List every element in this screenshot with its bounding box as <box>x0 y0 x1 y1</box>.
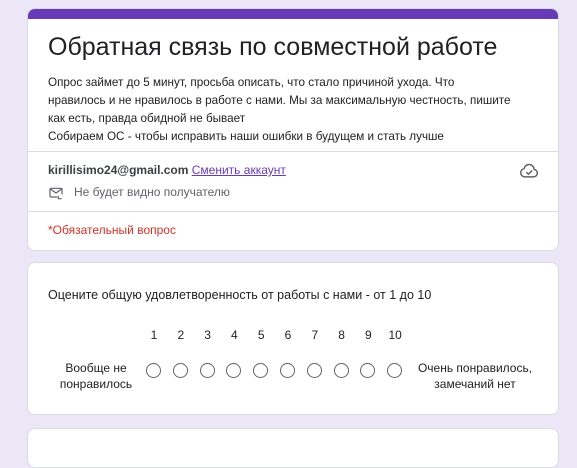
form-header-card: Обратная связь по совместной работе Опро… <box>27 8 559 251</box>
question-card: Оцените общую удовлетворенность от работ… <box>27 262 559 415</box>
scale-number-8: 8 <box>338 328 345 342</box>
description-line: нравилось и не нравилось в работе с нами… <box>48 94 511 107</box>
account-email: kirillisimo24@gmail.com <box>48 163 189 177</box>
scale-number-10: 10 <box>388 328 402 342</box>
scale-radio-2[interactable] <box>172 363 188 378</box>
scale-radio-3[interactable] <box>199 363 215 378</box>
scale-radio-5[interactable] <box>253 363 269 378</box>
scale-radio-7[interactable] <box>306 363 322 378</box>
description-line: Опрос займет до 5 минут, просьба описать… <box>48 76 455 89</box>
scale-number-6: 6 <box>284 328 292 342</box>
description-line: Собираем ОС - чтобы исправить наши ошибк… <box>48 130 444 143</box>
scale-radio-8[interactable] <box>333 363 349 378</box>
form-title: Обратная связь по совместной работе <box>48 33 498 61</box>
privacy-row: Не будет видно получателю <box>48 184 230 201</box>
mail-icon <box>49 187 63 200</box>
accent-bar <box>28 9 558 19</box>
scale-number-5: 5 <box>257 328 265 342</box>
scale-number-2: 2 <box>177 328 185 342</box>
scale-low-label: Вообще не понравилось <box>59 361 133 391</box>
scale-radio-9[interactable] <box>360 363 376 378</box>
scale-radio-4[interactable] <box>226 363 242 378</box>
scale-high-label: Очень понравилось, замечаний нет <box>417 361 533 391</box>
scale-radio-1[interactable] <box>146 363 161 378</box>
switch-account-link[interactable]: Сменить аккаунт <box>192 163 286 177</box>
account-row: kirillisimo24@gmail.com Сменить аккаунт <box>48 162 286 178</box>
scale-number-4: 4 <box>231 328 238 342</box>
required-note: *Обязательный вопрос <box>48 223 176 237</box>
scale-radio-10[interactable] <box>387 363 403 378</box>
linear-scale: Вообще не понравилось Очень понравилось,… <box>28 263 558 414</box>
scale-number-1: 1 <box>150 328 158 342</box>
divider <box>28 211 558 212</box>
cloud-saved-icon[interactable] <box>519 161 539 181</box>
form-description: Опрос займет до 5 минут, просьба описать… <box>48 74 544 146</box>
description-line: как есть, правда обидной не бывает <box>48 112 246 125</box>
scale-number-9: 9 <box>365 328 372 342</box>
scale-number-7: 7 <box>311 328 319 342</box>
privacy-note: Не будет видно получателю <box>74 185 230 199</box>
scale-radio-6[interactable] <box>280 363 295 378</box>
scale-number-3: 3 <box>204 328 211 342</box>
next-question-card <box>27 428 559 468</box>
divider <box>28 151 558 152</box>
